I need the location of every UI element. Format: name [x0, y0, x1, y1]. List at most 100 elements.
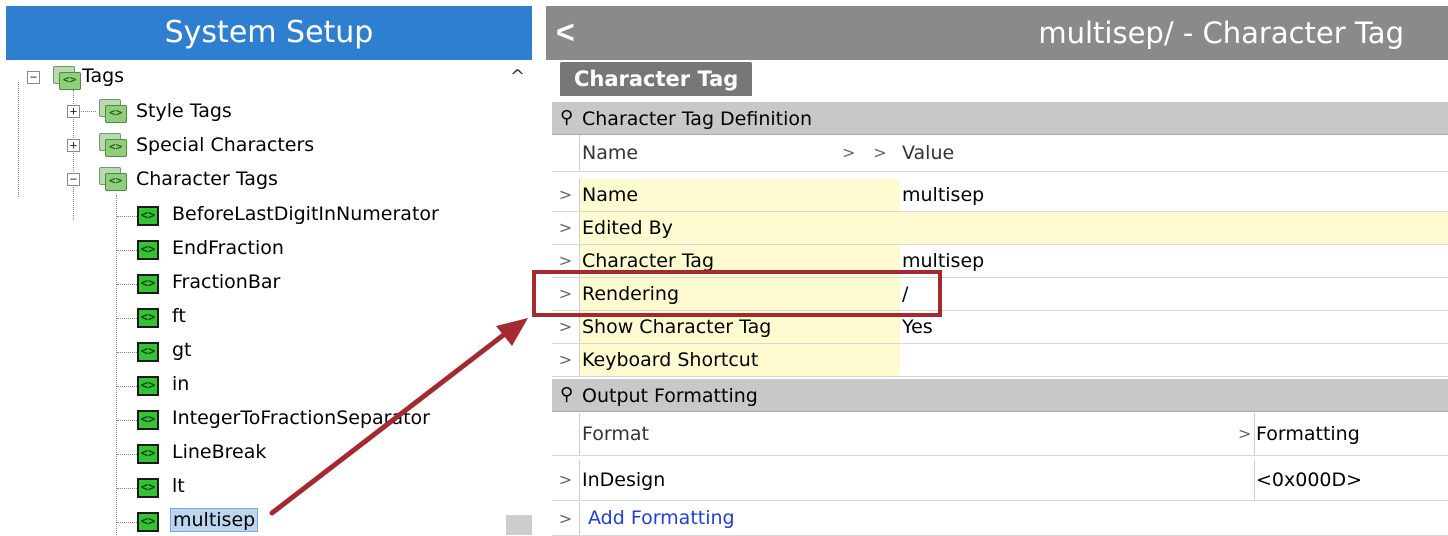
tree-item[interactable]: gt [172, 339, 192, 361]
chevron-right-icon[interactable]: > [552, 179, 580, 211]
tag-icon: <> [137, 206, 159, 226]
row-expander [552, 135, 580, 171]
tag-icon: <> [137, 410, 159, 430]
tag-icon: <> [137, 376, 159, 396]
tree-guide [117, 386, 137, 387]
tree-guide [117, 454, 137, 455]
property-value[interactable] [900, 212, 1448, 244]
column-header-format[interactable]: Format [580, 413, 1230, 445]
tree-scrollbar[interactable]: ^ [506, 60, 532, 535]
column-header-name[interactable]: Name [580, 135, 860, 167]
property-row[interactable]: > Keyboard Shortcut [552, 344, 1448, 377]
expand-toggle[interactable]: + [67, 105, 80, 118]
property-row[interactable]: > Edited By [552, 212, 1448, 245]
panel-title: System Setup [6, 6, 532, 60]
tree-item-selected[interactable]: multisep [170, 508, 259, 532]
expand-toggle[interactable]: + [67, 139, 80, 152]
property-value[interactable] [900, 344, 1448, 376]
folder-icon [97, 165, 127, 191]
row-expander [552, 413, 580, 455]
format-row[interactable]: > InDesign <0x000D> [552, 460, 1448, 501]
detail-title: multisep/ - Character Tag [1038, 16, 1404, 50]
tag-icon: <> [137, 444, 159, 464]
tree-guide [116, 195, 117, 535]
tree-node-character-tags[interactable]: Character Tags [136, 168, 278, 190]
pin-icon[interactable]: ⚲ [560, 107, 573, 128]
tree-item[interactable]: ft [172, 305, 186, 327]
collapse-toggle[interactable]: − [67, 173, 80, 186]
pin-icon[interactable]: ⚲ [560, 384, 573, 405]
add-formatting-row[interactable]: > Add Formatting [552, 502, 1448, 536]
section-title: Character Tag Definition [582, 108, 813, 130]
chevron-right-icon[interactable]: > [842, 135, 855, 171]
tree-guide [117, 250, 137, 251]
tree-item[interactable]: FractionBar [172, 271, 280, 293]
column-header-row: Format > Formatting [552, 413, 1448, 456]
tag-icon: <> [137, 512, 159, 532]
tags-tree: − Tags + Style Tags + Special Characters… [6, 60, 532, 535]
tree-item[interactable]: EndFraction [172, 237, 284, 259]
tab-bar: Character Tag [546, 60, 1448, 100]
chevron-right-icon[interactable]: > [552, 212, 580, 244]
chevron-right-icon[interactable]: > [552, 502, 580, 535]
character-tag-panel: < multisep/ - Character Tag Character Ta… [546, 0, 1448, 536]
system-setup-panel: System Setup − Tags + Style Tags + Speci… [0, 0, 540, 535]
detail-header: < multisep/ - Character Tag [546, 6, 1448, 60]
tree-item[interactable]: BeforeLastDigitInNumerator [172, 203, 439, 225]
column-divider [1254, 413, 1255, 455]
property-row[interactable]: > Name multisep [552, 179, 1448, 212]
tree-guide [117, 216, 137, 217]
chevron-right-icon[interactable]: > [552, 460, 580, 500]
property-value[interactable]: / [900, 278, 1448, 310]
property-name: Keyboard Shortcut [580, 344, 860, 376]
format-value[interactable]: <0x000D> [1256, 460, 1362, 500]
rendering-highlight-box [532, 270, 942, 317]
column-header-formatting[interactable]: Formatting [1256, 413, 1360, 455]
tag-icon: <> [137, 240, 159, 260]
property-value[interactable]: Yes [900, 311, 1448, 343]
tree-item[interactable]: LineBreak [172, 441, 266, 463]
column-divider [1254, 460, 1255, 500]
column-header-row: Name > > Value [552, 135, 1448, 172]
chevron-right-icon[interactable]: > [552, 344, 580, 376]
tree-node-special-characters[interactable]: Special Characters [136, 134, 314, 156]
tree-guide [117, 284, 137, 285]
collapse-toggle[interactable]: − [27, 71, 40, 84]
tree-guide [117, 420, 137, 421]
tree-node-tags[interactable]: Tags [82, 65, 124, 87]
property-value[interactable]: multisep [900, 245, 1448, 277]
property-name: Name [580, 179, 860, 211]
property-spacer [860, 344, 900, 376]
tag-icon: <> [137, 308, 159, 328]
chevron-right-icon[interactable]: > [860, 135, 900, 167]
back-arrow-icon[interactable]: < [556, 14, 575, 51]
add-formatting-link[interactable]: Add Formatting [580, 502, 980, 534]
tag-icon: <> [137, 342, 159, 362]
scrollbar-thumb[interactable] [506, 515, 532, 535]
section-output-formatting[interactable]: ⚲ Output Formatting [552, 379, 1448, 412]
tags-folder-icon [51, 64, 81, 90]
tree-node-style-tags[interactable]: Style Tags [136, 100, 232, 122]
column-header-value[interactable]: Value [900, 135, 1448, 167]
scroll-up-icon[interactable]: ^ [510, 66, 525, 87]
property-spacer [860, 179, 900, 211]
tab-character-tag[interactable]: Character Tag [560, 62, 753, 96]
tree-item[interactable]: IntegerToFractionSeparator [172, 407, 430, 429]
tag-icon: <> [137, 478, 159, 498]
property-name: Edited By [580, 212, 860, 244]
tree-guide [117, 352, 137, 353]
property-value[interactable]: multisep [900, 179, 1448, 211]
tree-guide [18, 82, 19, 197]
property-grid: ⚲ Character Tag Definition Name > > Valu… [552, 100, 1448, 536]
property-spacer [860, 212, 900, 244]
tree-guide [117, 318, 137, 319]
format-name: InDesign [582, 469, 666, 491]
section-title: Output Formatting [582, 385, 758, 407]
tree-guide [117, 522, 137, 523]
tree-item[interactable]: in [172, 373, 189, 395]
chevron-right-icon[interactable]: > [1238, 413, 1251, 455]
folder-icon [97, 97, 127, 123]
tree-item[interactable]: lt [172, 475, 185, 497]
section-character-tag-definition[interactable]: ⚲ Character Tag Definition [552, 102, 1448, 135]
tree-guide [117, 488, 137, 489]
